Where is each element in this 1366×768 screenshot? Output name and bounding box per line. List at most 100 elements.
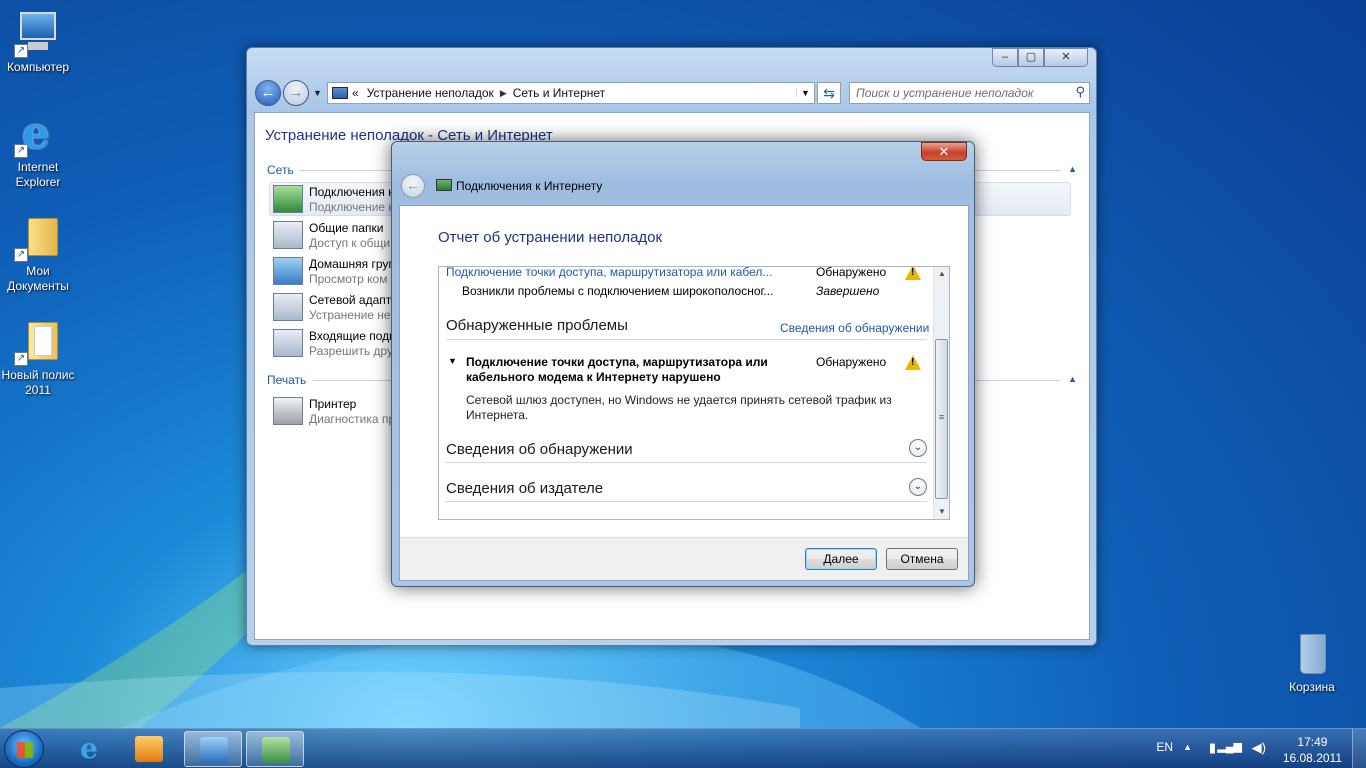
clock[interactable]: 17:49 16.08.2011	[1283, 734, 1342, 766]
item-description: Просмотр ком	[309, 272, 388, 286]
search-placeholder: Поиск и устранение неполадок	[856, 86, 1034, 100]
shortcut-arrow-icon: ↗	[14, 44, 28, 58]
battery-icon[interactable]: ▮	[1209, 740, 1216, 756]
desktop-icon-label: Internet Explorer	[15, 160, 61, 189]
taskbar: e EN ▲ ▮ ▂▄▆ ◀) 17:49 16.08.2011	[0, 728, 1366, 768]
problem-description: Сетевой шлюз доступен, но Windows не уда…	[466, 393, 892, 423]
maximize-button[interactable]: ▢	[1018, 48, 1044, 67]
publisher-details-title[interactable]: Сведения об издателе	[446, 480, 603, 497]
start-button[interactable]	[4, 730, 44, 768]
taskbar-media-player[interactable]	[120, 731, 178, 767]
breadcrumb-overflow[interactable]: «	[352, 86, 359, 100]
report-row-text: Подключение точки доступа, маршрутизатор…	[446, 266, 773, 279]
refresh-button[interactable]: ⇆	[817, 82, 841, 104]
desktop-icon-label: Новый полис 2011	[1, 368, 75, 397]
back-button[interactable]: ←	[255, 80, 281, 106]
detection-details-link[interactable]: Сведения об обнаружении	[780, 321, 929, 335]
collapse-arrow-icon[interactable]: ▼	[448, 356, 457, 366]
volume-icon[interactable]: ◀)	[1252, 740, 1266, 756]
report-row-status: Обнаружено	[816, 266, 887, 279]
control-panel-icon	[332, 87, 348, 99]
forward-button[interactable]: →	[283, 80, 309, 106]
printer-icon	[273, 397, 303, 425]
desktop-icon-label: Корзина	[1289, 680, 1335, 694]
scroll-down-icon[interactable]: ▼	[934, 505, 949, 519]
incoming-connections-icon	[273, 329, 303, 357]
desktop-icon-computer[interactable]: ↗ Компьютер	[0, 10, 76, 75]
item-title: Домашняя груп	[309, 257, 395, 271]
window-controls: – ▢ ✕	[992, 48, 1088, 67]
desktop-icon-documents[interactable]: ↗ Мои Документы	[0, 214, 76, 294]
taskbar-troubleshooter[interactable]	[246, 731, 304, 767]
dialog-back-button[interactable]: ←	[401, 174, 425, 198]
report-panel: Подключение точки доступа, маршрутизатор…	[438, 266, 950, 520]
item-description: Доступ к общи	[309, 236, 391, 250]
next-button[interactable]: Далее	[805, 548, 877, 570]
computer-icon: ↗	[14, 10, 62, 58]
item-description: Разрешить дру	[309, 344, 393, 358]
internet-connections-icon	[436, 179, 452, 191]
report-scrollbar[interactable]: ▲ ≡ ▼	[933, 267, 949, 519]
folder-icon: ↗	[14, 318, 62, 366]
taskbar-ie[interactable]: e	[60, 731, 118, 767]
recent-pages-dropdown-icon[interactable]: ▼	[313, 88, 322, 98]
network-signal-icon[interactable]: ▂▄▆	[1217, 740, 1242, 753]
address-bar[interactable]: « Устранение неполадок ▶ Сеть и Интернет…	[327, 82, 815, 104]
desktop-icon-policy[interactable]: ↗ Новый полис 2011	[0, 318, 76, 398]
dialog-close-button[interactable]: ✕	[921, 142, 967, 161]
divider	[446, 339, 927, 340]
search-input[interactable]: Поиск и устранение неполадок ⚲	[849, 82, 1090, 104]
shortcut-arrow-icon: ↗	[14, 144, 28, 158]
breadcrumb-separator-icon[interactable]: ▶	[500, 88, 507, 99]
folder-icon: ↗	[14, 214, 62, 262]
homegroup-icon	[273, 257, 303, 285]
scroll-up-icon[interactable]: ▲	[934, 267, 949, 281]
address-dropdown-icon[interactable]: ▼	[796, 88, 814, 98]
item-title: Общие папки	[309, 221, 384, 235]
desktop-icon-ie[interactable]: e ↗ Internet Explorer	[0, 110, 76, 190]
section-network[interactable]: Сеть	[267, 163, 294, 177]
internet-connections-icon	[262, 737, 290, 763]
dialog-title: Подключения к Интернету	[456, 179, 603, 193]
desktop-icon-label: Компьютер	[6, 60, 70, 74]
dialog-body: Отчет об устранении неполадок Подключени…	[399, 205, 969, 581]
language-indicator[interactable]: EN	[1156, 740, 1173, 754]
problem-description-line: Интернета.	[466, 408, 529, 422]
system-tray: EN ▲ ▮ ▂▄▆ ◀) 17:49 16.08.2011	[1126, 729, 1366, 768]
minimize-button[interactable]: –	[992, 48, 1018, 67]
recycle-bin-icon	[1288, 630, 1336, 678]
network-adapter-icon	[273, 293, 303, 321]
internet-connections-icon	[273, 185, 303, 213]
item-description: Диагностика пр	[309, 412, 396, 426]
navigation-bar: ← → ▼ « Устранение неполадок ▶ Сеть и Ин…	[255, 80, 1090, 108]
search-icon[interactable]: ⚲	[1075, 84, 1085, 100]
item-title: Сетевой адапте	[309, 293, 398, 307]
expand-publisher-details-icon[interactable]: ⌄	[909, 478, 927, 496]
breadcrumb-troubleshooting[interactable]: Устранение неполадок	[367, 86, 494, 100]
collapse-printing-icon[interactable]: ▲	[1068, 374, 1077, 384]
item-description: Подключение к	[309, 200, 394, 214]
cancel-button[interactable]: Отмена	[886, 548, 958, 570]
desktop-icon-recycle-bin[interactable]: Корзина	[1274, 630, 1350, 695]
found-problems-title: Обнаруженные проблемы	[446, 317, 628, 334]
scrollbar-thumb[interactable]: ≡	[935, 339, 948, 499]
show-hidden-icons-icon[interactable]: ▲	[1183, 742, 1192, 752]
shortcut-arrow-icon: ↗	[14, 352, 28, 366]
internet-explorer-icon: e ↗	[14, 110, 62, 158]
warning-icon: !	[905, 267, 921, 280]
item-title: Входящие подк	[309, 329, 395, 343]
close-button[interactable]: ✕	[1044, 48, 1088, 67]
collapse-network-icon[interactable]: ▲	[1068, 164, 1077, 174]
breadcrumb-network[interactable]: Сеть и Интернет	[513, 86, 605, 100]
expand-detection-details-icon[interactable]: ⌄	[909, 439, 927, 457]
show-desktop-button[interactable]	[1352, 729, 1366, 768]
divider	[446, 501, 927, 502]
clock-date: 16.08.2011	[1282, 751, 1342, 765]
control-panel-icon	[200, 737, 228, 763]
problem-title-line: Подключение точки доступа, маршрутизатор…	[466, 355, 768, 369]
taskbar-control-panel[interactable]	[184, 731, 242, 767]
shortcut-arrow-icon: ↗	[14, 248, 28, 262]
detection-details-title[interactable]: Сведения об обнаружении	[446, 441, 633, 458]
clock-time: 17:49	[1297, 735, 1328, 749]
section-printing[interactable]: Печать	[267, 373, 306, 387]
